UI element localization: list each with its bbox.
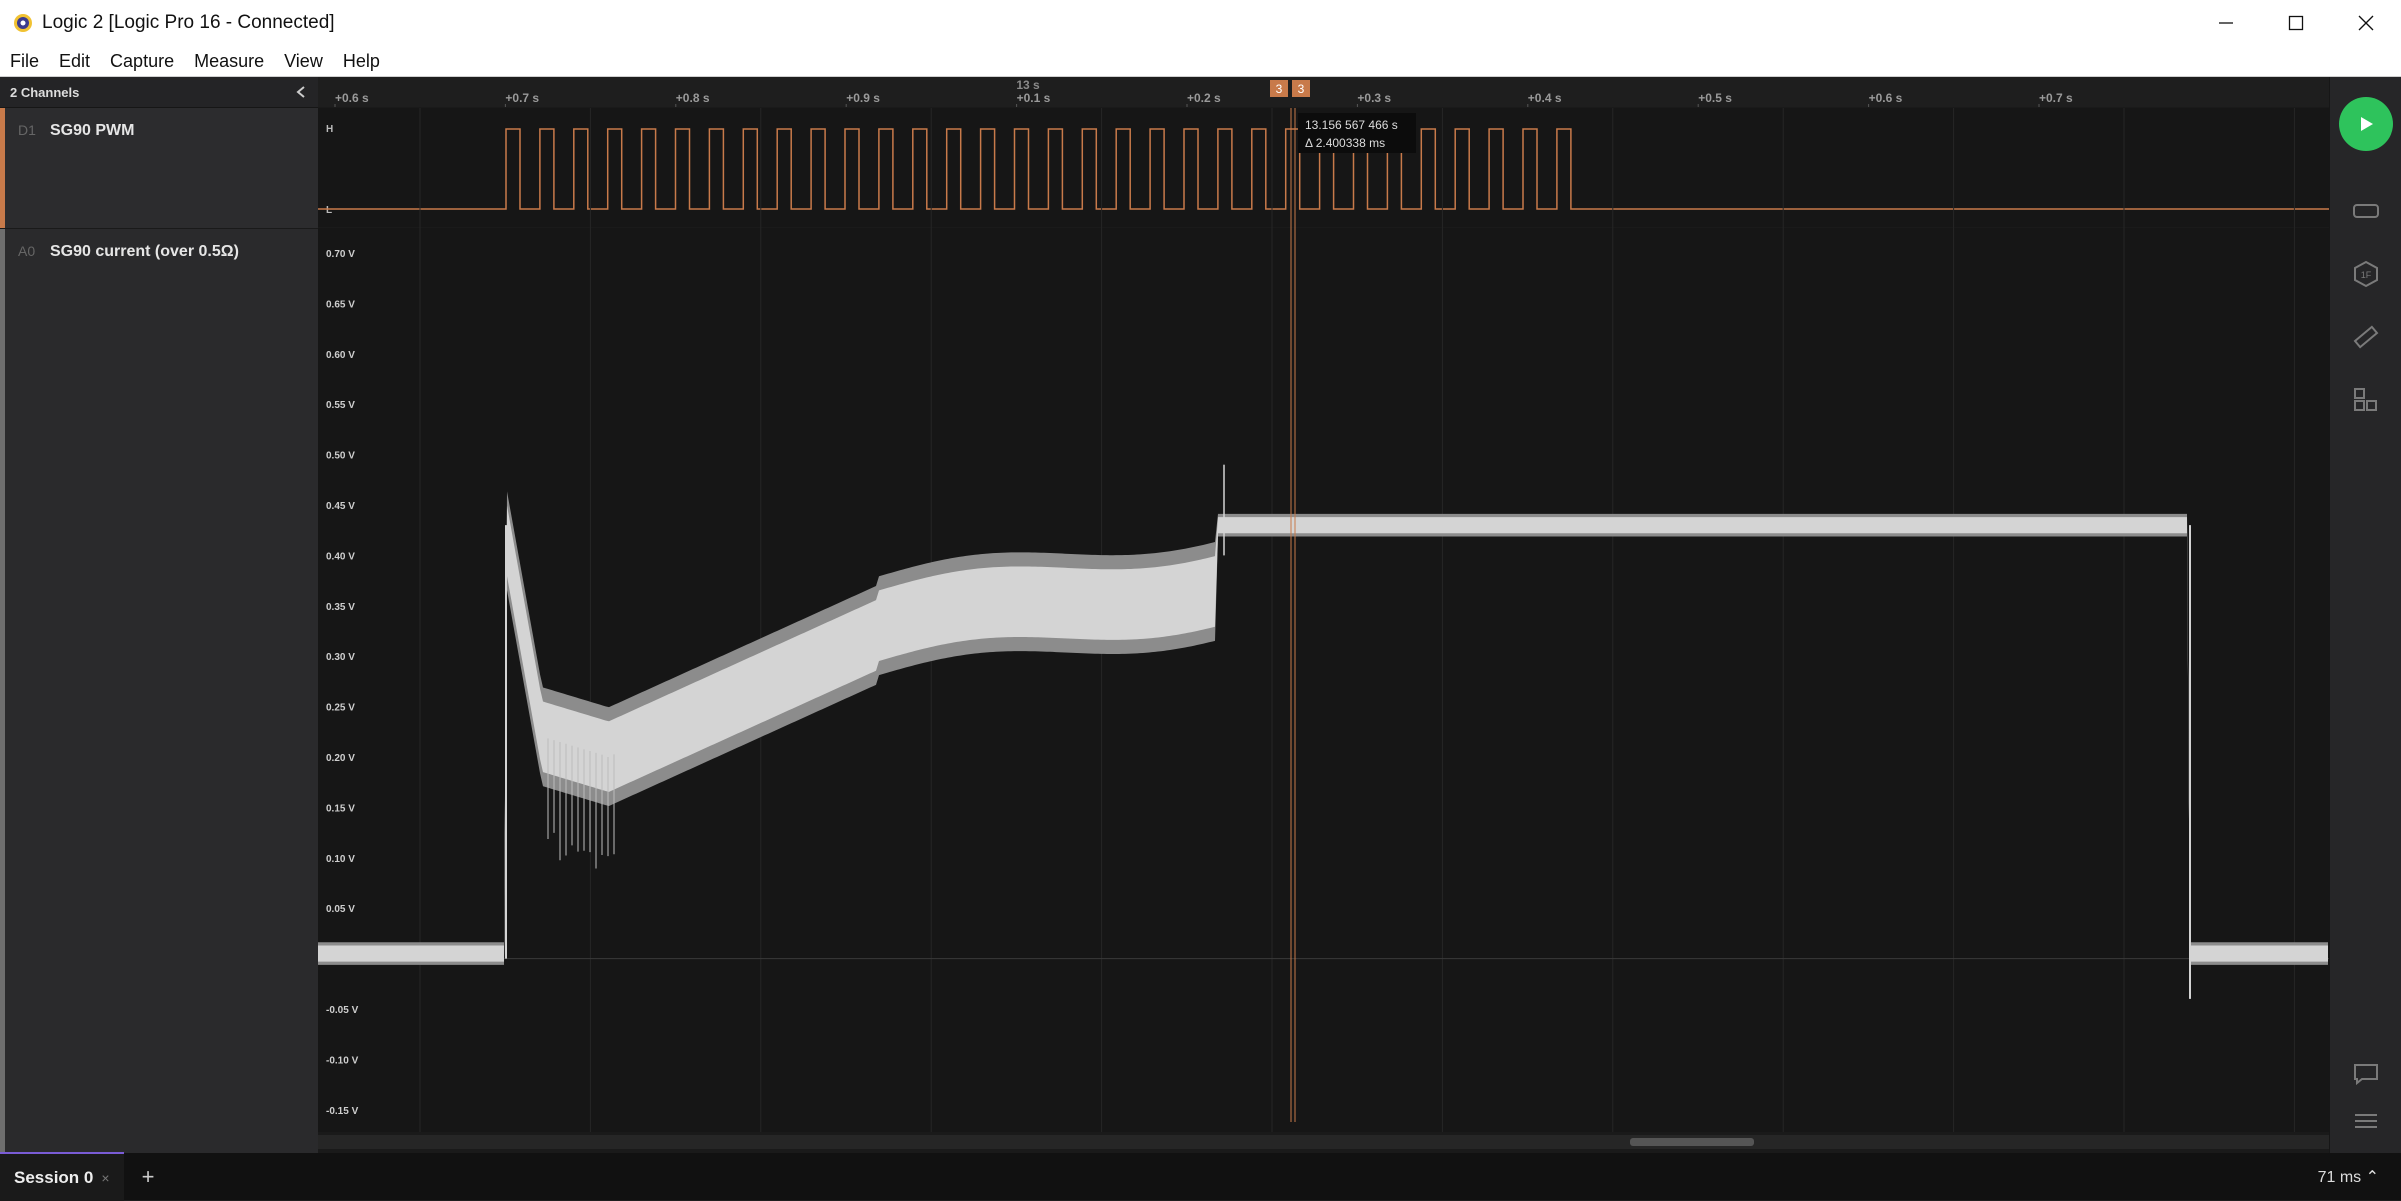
menu-capture[interactable]: Capture [100, 51, 184, 72]
timeline-tick-label: +0.9 s [846, 91, 880, 105]
main-menu-button[interactable] [2352, 1107, 2380, 1135]
menu-file[interactable]: File [0, 51, 49, 72]
channel-id: D1 [18, 122, 50, 241]
digital-low-label: L [326, 205, 332, 216]
timeline-tick-label: +0.7 s [2039, 91, 2073, 105]
y-axis-label: 0.20 V [326, 753, 355, 764]
channel-row-d1[interactable]: D1 SG90 PWM [0, 108, 318, 241]
y-axis-label: 0.65 V [326, 299, 355, 310]
y-axis-label: 0.50 V [326, 451, 355, 462]
waveform-canvas[interactable]: 13 s +0.6 s +0.7 s +0.8 s +0.9 s +0.1 s +0.2 … [318, 77, 2329, 1153]
close-button[interactable] [2331, 0, 2401, 46]
timeline-tick-label: +0.4 s [1528, 91, 1562, 105]
menu-help[interactable]: Help [333, 51, 390, 72]
add-session-button[interactable]: + [142, 1164, 155, 1190]
hamburger-icon [2352, 1109, 2380, 1133]
session-tab-label: Session 0 [14, 1168, 93, 1188]
timeline-tick-label: +0.6 s [1869, 91, 1903, 105]
window-title: Logic 2 [Logic Pro 16 - Connected] [42, 12, 335, 34]
session-bar: Session 0 × + 71 ms ⌃ [0, 1153, 2401, 1200]
y-axis-label: 0.45 V [326, 501, 355, 512]
timeline-tick-label: +0.8 s [676, 91, 710, 105]
y-axis-label: 0.25 V [326, 703, 355, 714]
menu-view[interactable]: View [274, 51, 333, 72]
channel-count: 2 Channels [10, 85, 79, 100]
timeline-header[interactable] [318, 77, 2329, 107]
channel-name[interactable]: SG90 PWM [50, 122, 134, 241]
digital-high-label: H [326, 124, 333, 135]
tooltip-time: 13.156 567 466 s [1305, 118, 1398, 132]
timeline-tick-label: +0.3 s [1357, 91, 1391, 105]
analyzer-icon: 1F [2352, 260, 2380, 288]
channel-color-d1 [0, 108, 5, 241]
channel-name[interactable]: SG90 current (over 0.5Ω) [50, 243, 239, 1163]
tooltip-delta: Δ 2.400338 ms [1305, 136, 1385, 150]
logic-app-icon [12, 12, 34, 34]
timeline-tick-label: +0.1 s [1017, 91, 1051, 105]
y-axis-label: 0.60 V [326, 350, 355, 361]
timing-marker-label: 3 [1276, 82, 1283, 96]
y-axis-label: 0.35 V [326, 602, 355, 613]
device-settings-button[interactable] [2352, 197, 2380, 225]
y-axis-label: -0.10 V [326, 1055, 359, 1066]
close-icon [2358, 15, 2374, 31]
timing-marker-label: 3 [1298, 82, 1305, 96]
y-axis-label: -0.05 V [326, 1005, 359, 1016]
y-axis-label: 0.10 V [326, 854, 355, 865]
timeline-group-label: 13 s [1016, 78, 1040, 92]
y-axis-label: -0.15 V [326, 1106, 359, 1117]
timeline-tick-label: +0.6 s [335, 91, 369, 105]
device-icon [2352, 201, 2380, 221]
y-axis-label: 0.30 V [326, 652, 355, 663]
extensions-icon [2352, 386, 2380, 414]
scrollbar-thumb[interactable] [1630, 1138, 1754, 1146]
timeline-tick-label: +0.7 s [505, 91, 539, 105]
channel-row-a0[interactable]: A0 SG90 current (over 0.5Ω) [0, 228, 318, 1163]
minimize-icon [2218, 15, 2234, 31]
y-axis-label: 0.05 V [326, 904, 355, 915]
title-bar: Logic 2 [Logic Pro 16 - Connected] [0, 0, 2401, 46]
y-axis-label: 0.15 V [326, 803, 355, 814]
horizontal-scrollbar[interactable] [318, 1135, 2329, 1149]
menu-edit[interactable]: Edit [49, 51, 100, 72]
y-axis-label: 0.55 V [326, 400, 355, 411]
measurements-button[interactable] [2352, 323, 2380, 351]
y-axis-label: 0.70 V [326, 249, 355, 260]
analog-lane[interactable] [318, 228, 2329, 1132]
channel-color-a0 [0, 229, 5, 1163]
extensions-button[interactable] [2352, 386, 2380, 414]
zoom-level-indicator[interactable]: 71 ms ⌃ [2318, 1167, 2379, 1187]
y-axis-label: 0.40 V [326, 551, 355, 562]
channel-id: A0 [18, 243, 50, 1163]
minimize-button[interactable] [2191, 0, 2261, 46]
channel-sidebar: 2 Channels D1 SG90 PWM A0 SG90 current (… [0, 77, 319, 1153]
analyzers-button[interactable]: 1F [2352, 260, 2380, 288]
ruler-icon [2352, 323, 2380, 351]
maximize-button[interactable] [2261, 0, 2331, 46]
right-toolbar: 1F [2329, 77, 2401, 1153]
sidebar-header: 2 Channels [0, 77, 318, 108]
maximize-icon [2288, 15, 2304, 31]
play-icon [2356, 114, 2376, 134]
collapse-sidebar-icon[interactable] [294, 85, 308, 99]
svg-text:1F: 1F [2361, 270, 2372, 280]
waveform-svg[interactable]: 13 s +0.6 s +0.7 s +0.8 s +0.9 s +0.1 s +0.2 … [318, 77, 2329, 1153]
session-tab[interactable]: Session 0 × [0, 1152, 124, 1201]
timeline-tick-label: +0.5 s [1698, 91, 1732, 105]
close-session-icon[interactable]: × [101, 1170, 109, 1186]
feedback-icon [2352, 1062, 2380, 1086]
menu-measure[interactable]: Measure [184, 51, 274, 72]
timeline-tick-label: +0.2 s [1187, 91, 1221, 105]
menu-bar: File Edit Capture Measure View Help [0, 46, 2401, 77]
feedback-button[interactable] [2352, 1060, 2380, 1088]
start-capture-button[interactable] [2339, 97, 2393, 151]
